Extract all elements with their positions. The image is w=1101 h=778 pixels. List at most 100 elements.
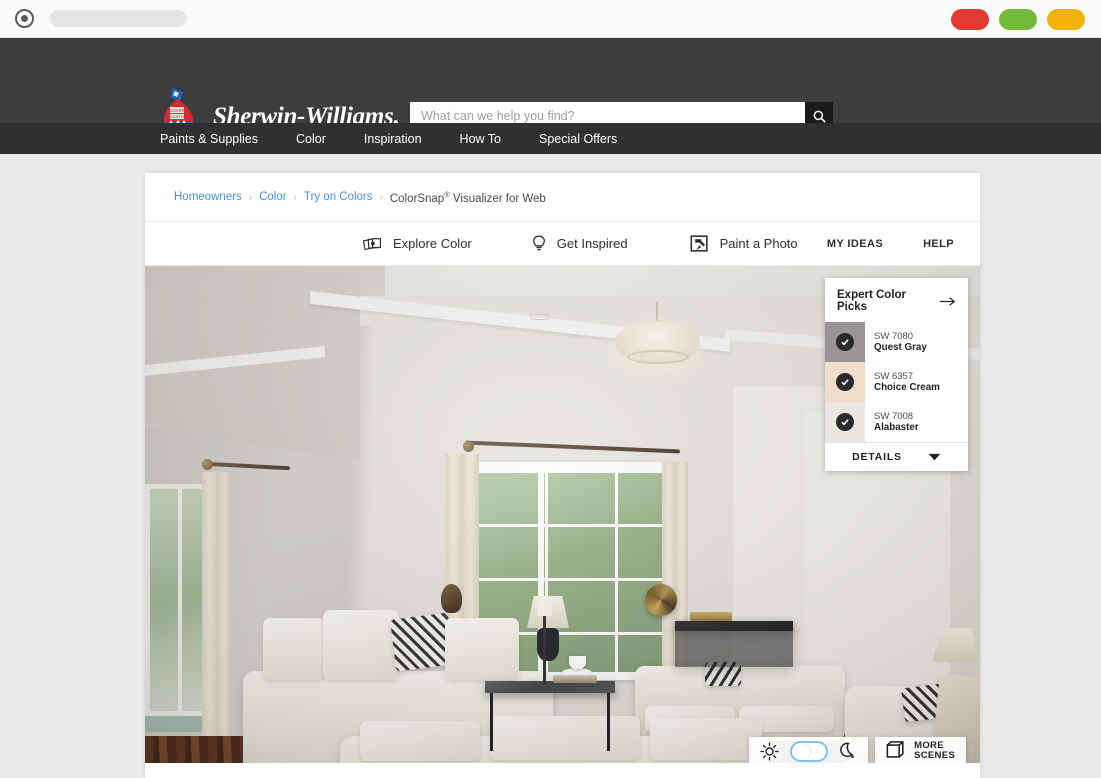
breadcrumb-item-color[interactable]: Color xyxy=(259,191,286,203)
color-pick-text: SW 7080 Quest Gray xyxy=(865,331,927,354)
color-code: SW 6357 xyxy=(874,370,914,382)
curtain xyxy=(202,472,232,752)
color-pick-row[interactable]: SW 6357 Choice Cream xyxy=(825,362,968,402)
tool-explore-color-label: Explore Color xyxy=(393,236,472,251)
nav-item-special-offers[interactable]: Special Offers xyxy=(539,132,617,146)
expert-color-picks-panel: Expert Color Picks SW 7080 Quest Gray SW… xyxy=(825,278,968,471)
record-icon[interactable] xyxy=(15,9,34,28)
chandelier-ring xyxy=(627,350,689,364)
color-pick-text: SW 6357 Choice Cream xyxy=(865,371,940,394)
color-pick-text: SW 7008 Alabaster xyxy=(865,411,919,434)
color-swatch[interactable] xyxy=(825,362,865,402)
details-expander[interactable]: DETAILS xyxy=(825,442,968,471)
arrow-right-icon[interactable] xyxy=(939,296,956,307)
tool-get-inspired-label: Get Inspired xyxy=(556,236,628,251)
lighting-controls xyxy=(749,736,869,766)
decor-vase xyxy=(441,584,462,613)
patio-door xyxy=(145,484,207,716)
minimize-button[interactable] xyxy=(999,9,1037,30)
color-name: Alabaster xyxy=(874,421,919,433)
card-bottom-strip xyxy=(145,763,980,778)
nav-item-how-to[interactable]: How To xyxy=(460,132,501,146)
details-label: DETAILS xyxy=(852,451,902,463)
maximize-button[interactable] xyxy=(1047,9,1085,30)
room-photo-stage[interactable]: Expert Color Picks SW 7080 Quest Gray SW… xyxy=(145,266,980,774)
expert-picks-header[interactable]: Expert Color Picks xyxy=(825,278,968,322)
breadcrumb-item-try-on-colors[interactable]: Try on Colors xyxy=(304,191,373,203)
color-name: Quest Gray xyxy=(874,341,927,353)
tool-navigation: Explore Color Get Inspired Paint a Photo xyxy=(145,222,980,266)
selected-check-icon xyxy=(836,333,854,351)
curtain-finial xyxy=(202,459,213,470)
search-icon xyxy=(813,110,826,123)
browser-toolbar xyxy=(0,0,1101,38)
day-night-toggle[interactable] xyxy=(790,740,829,762)
lightbulb-icon xyxy=(532,234,545,250)
color-code: SW 7080 xyxy=(874,330,914,342)
help-link[interactable]: HELP xyxy=(923,238,954,250)
curtain-finial xyxy=(463,441,474,452)
decor-spiral-sculpture xyxy=(645,584,677,616)
coffee-cup xyxy=(569,656,586,669)
sofa-back-cushion xyxy=(445,618,519,680)
moon-icon[interactable] xyxy=(839,742,857,761)
pillar-candle xyxy=(537,598,552,616)
coffee-table-body xyxy=(675,621,793,667)
tool-get-inspired[interactable]: Get Inspired xyxy=(532,234,628,253)
app-screenshot: COVER EARTH Sherwin-Williams. Paints xyxy=(0,0,1101,778)
tool-explore-color[interactable]: Explore Color xyxy=(363,235,472,252)
color-pick-row[interactable]: SW 7008 Alabaster xyxy=(825,402,968,442)
nav-item-inspiration[interactable]: Inspiration xyxy=(364,132,422,146)
breadcrumb-item-homeowners[interactable]: Homeowners xyxy=(174,191,242,203)
nav-item-paints-supplies[interactable]: Paints & Supplies xyxy=(160,132,258,146)
color-pick-row[interactable]: SW 7080 Quest Gray xyxy=(825,322,968,362)
more-scenes-line2: SCENES xyxy=(914,750,955,762)
site-header: COVER EARTH Sherwin-Williams. xyxy=(0,38,1101,148)
selected-check-icon xyxy=(836,373,854,391)
ceiling-vent xyxy=(530,314,550,320)
breadcrumb-separator: › xyxy=(293,191,297,203)
candle-holder xyxy=(543,612,546,684)
floor-lamp-shade xyxy=(933,628,979,662)
books-stack xyxy=(553,675,597,683)
sofa-back-cushion xyxy=(263,618,325,680)
color-swatch[interactable] xyxy=(825,402,865,442)
color-swatch[interactable] xyxy=(825,322,865,362)
breadcrumb-separator: › xyxy=(379,191,383,203)
more-scenes-label: MORE SCENES xyxy=(914,740,955,762)
side-table-legs xyxy=(490,693,610,751)
main-navigation: Paints & Supplies Color Inspiration How … xyxy=(0,123,1101,154)
color-name: Choice Cream xyxy=(874,381,940,393)
more-scenes-button[interactable]: MORE SCENES xyxy=(875,736,966,766)
expert-picks-title: Expert Color Picks xyxy=(837,289,907,313)
breadcrumb-current-suffix: Visualizer for Web xyxy=(449,192,546,205)
url-input[interactable] xyxy=(50,10,187,27)
cube-icon xyxy=(886,741,904,759)
breadcrumb-current-name: ColorSnap xyxy=(389,192,445,205)
colorsnap-card: Homeowners › Color › Try on Colors › Col… xyxy=(145,173,980,778)
sofa-cushion xyxy=(360,721,480,761)
breadcrumb: Homeowners › Color › Try on Colors › Col… xyxy=(145,173,980,222)
sofa-back-cushion xyxy=(323,610,399,680)
svg-text:EARTH: EARTH xyxy=(170,114,184,119)
sun-icon[interactable] xyxy=(760,742,779,761)
stage-toolbar: MORE SCENES xyxy=(749,736,966,766)
svg-text:COVER: COVER xyxy=(169,108,185,113)
books-stack xyxy=(690,612,732,621)
chevron-down-icon[interactable] xyxy=(928,453,941,461)
color-chips-icon xyxy=(363,238,382,251)
color-code: SW 7008 xyxy=(874,410,914,422)
paint-roller-photo-icon xyxy=(690,235,708,252)
toggle-knob xyxy=(793,743,811,759)
table-lamp-base xyxy=(537,628,559,661)
tool-paint-a-photo[interactable]: Paint a Photo xyxy=(690,234,798,253)
selected-check-icon xyxy=(836,413,854,431)
breadcrumb-current: ColorSnap® Visualizer for Web xyxy=(390,190,546,205)
window-controls xyxy=(951,9,1085,30)
my-ideas-link[interactable]: MY IDEAS xyxy=(827,238,883,250)
close-button[interactable] xyxy=(951,9,989,30)
sofa-cushion xyxy=(650,718,762,760)
breadcrumb-separator: › xyxy=(248,191,253,203)
tool-nav-right: MY IDEAS HELP xyxy=(787,238,954,250)
nav-item-color[interactable]: Color xyxy=(296,132,326,146)
